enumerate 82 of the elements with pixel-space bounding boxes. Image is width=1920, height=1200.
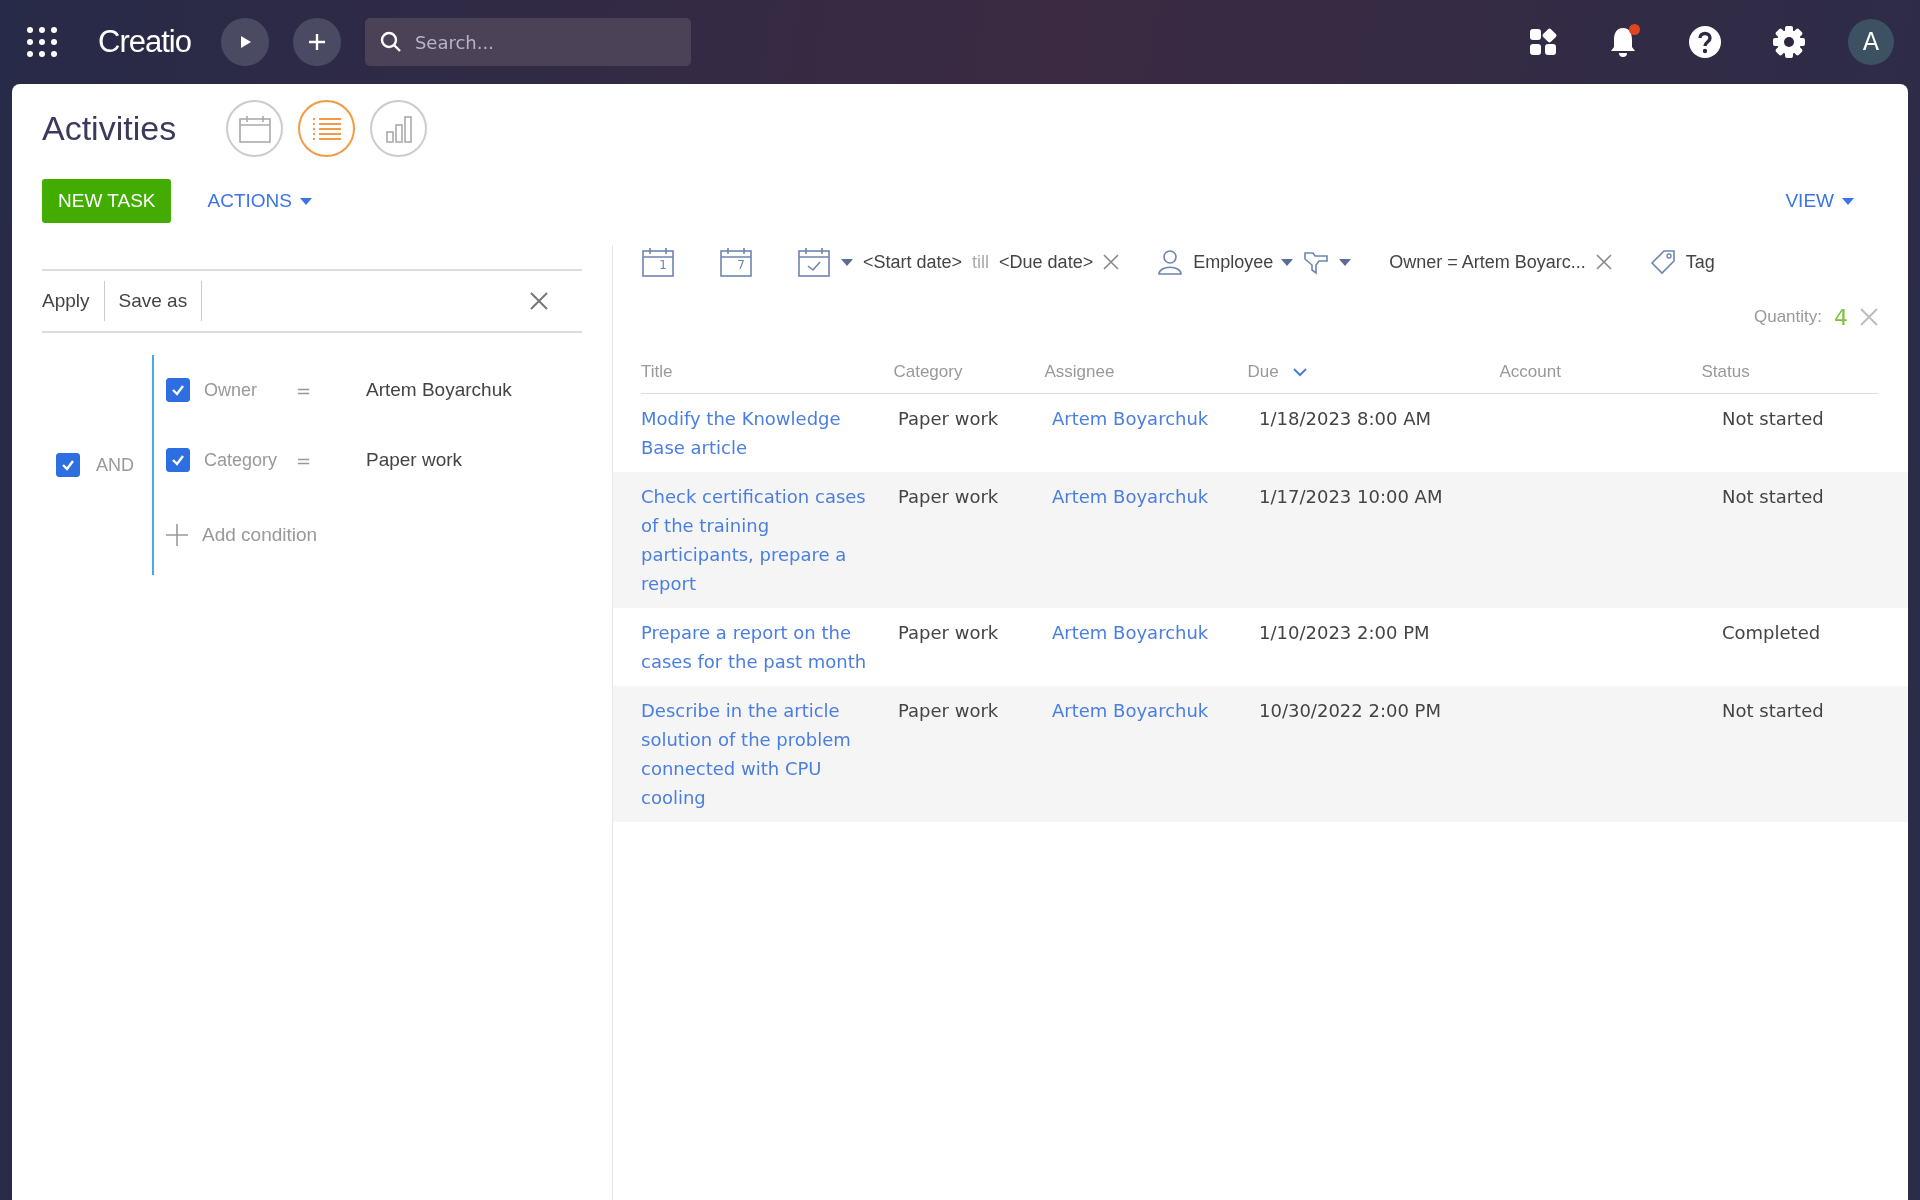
task-title-link[interactable]: Modify the Knowledge Base article (641, 404, 876, 462)
period-start[interactable]: <Start date> (863, 251, 963, 273)
close-icon[interactable] (530, 292, 548, 310)
condition-operator[interactable]: = (296, 379, 366, 401)
plus-icon (166, 524, 188, 546)
close-icon[interactable] (1595, 254, 1612, 270)
task-title-link[interactable]: Prepare a report on the cases for the past month (641, 618, 876, 676)
condition-checkbox[interactable] (166, 378, 190, 402)
table-cell: 1/18/2023 8:00 AM (1259, 408, 1431, 429)
play-button[interactable] (220, 18, 269, 66)
assignee-link[interactable]: Artem Boyarchuk (1052, 700, 1209, 721)
sort-chevron-icon[interactable] (1292, 367, 1307, 377)
column-header[interactable]: Due (1247, 362, 1279, 382)
table-cell: Paper work (898, 408, 999, 429)
page-title: Activities (42, 109, 177, 148)
calendar-icon (237, 113, 272, 144)
assignee-link[interactable]: Artem Boyarchuk (1052, 622, 1209, 643)
quantity-value: 4 (1834, 304, 1848, 330)
table-cell: Paper work (898, 622, 999, 643)
assignee-link[interactable]: Artem Boyarchuk (1052, 486, 1209, 507)
group-checkbox[interactable] (56, 453, 80, 477)
apps-grid-icon[interactable] (26, 26, 58, 58)
day-label: 1 (658, 258, 668, 272)
calendar-day-icon[interactable] (641, 246, 675, 278)
tag-button[interactable]: Tag (1685, 251, 1715, 273)
table-row[interactable]: Describe in the article solution of the problem connected with CPU cooling Paper work Artem Boyarchuk 10/30/2022 2:00 PM Not started (613, 686, 1908, 822)
actions-dropdown[interactable]: ACTIONS (201, 189, 318, 213)
calendar-week-icon[interactable] (719, 246, 753, 278)
person-icon[interactable] (1157, 249, 1184, 275)
assignee-link[interactable]: Artem Boyarchuk (1052, 408, 1209, 429)
user-avatar[interactable]: A (1848, 19, 1894, 65)
table-cell: 1/17/2023 10:00 AM (1259, 486, 1443, 507)
tag-icon[interactable] (1649, 249, 1676, 275)
bar-chart-icon (383, 113, 414, 144)
owner-filter-tag[interactable]: Owner = Artem Boyarc... (1389, 251, 1586, 273)
column-header[interactable]: Assignee (1044, 362, 1115, 382)
add-button[interactable] (292, 18, 341, 66)
period-till: till (972, 251, 990, 273)
column-header[interactable]: Category (893, 362, 963, 382)
table-row[interactable]: Prepare a report on the cases for the past month Paper work Artem Boyarchuk 1/10/2023 2:00 PM Completed (613, 608, 1908, 686)
column-header[interactable]: Title (641, 362, 673, 382)
logo[interactable]: Creatio (98, 24, 191, 60)
condition-field[interactable]: Owner (204, 379, 296, 401)
employee-dropdown[interactable]: Employee (1193, 251, 1294, 273)
condition-operator[interactable]: = (296, 449, 366, 471)
save-as-button[interactable]: Save as (104, 281, 203, 321)
group-operator[interactable]: AND (96, 454, 134, 476)
table-cell: Not started (1722, 700, 1824, 721)
help-icon[interactable] (1688, 25, 1722, 59)
view-dropdown[interactable]: VIEW (1779, 189, 1860, 213)
task-title-link[interactable]: Describe in the article solution of the problem connected with CPU cooling (641, 696, 876, 812)
condition-value[interactable]: Paper work (366, 449, 463, 471)
column-header[interactable]: Account (1499, 362, 1561, 382)
condition-field[interactable]: Category (204, 449, 296, 471)
condition-checkbox[interactable] (166, 448, 190, 472)
table-cell: 10/30/2022 2:00 PM (1259, 700, 1441, 721)
condition-value[interactable]: Artem Boyarchuk (366, 379, 512, 401)
search-field[interactable]: Search... (364, 18, 691, 66)
calendar-check-icon[interactable] (797, 246, 831, 278)
week-label: 7 (736, 258, 746, 272)
table-cell: Not started (1722, 486, 1824, 507)
apply-button[interactable]: Apply (42, 281, 105, 321)
table-row[interactable]: Check certification cases of the training participants, prepare a report Paper work Artem Boyarchuk 1/17/2023 10:00 AM Not started (613, 472, 1908, 608)
period-end[interactable]: <Due date> (999, 251, 1094, 273)
folder-filter-icon[interactable] (1303, 249, 1330, 275)
table-cell: Completed (1722, 622, 1821, 643)
close-icon[interactable] (1103, 254, 1120, 270)
new-task-button[interactable]: NEW TASK (42, 179, 172, 223)
table-cell: Not started (1722, 408, 1824, 429)
column-header[interactable]: Status (1701, 362, 1750, 382)
table-cell: Paper work (898, 486, 999, 507)
table-cell: Paper work (898, 700, 999, 721)
add-condition-button[interactable]: Add condition (166, 495, 512, 575)
notification-bell-icon[interactable] (1608, 26, 1638, 58)
plus-icon (306, 32, 327, 52)
table-cell: 1/10/2023 2:00 PM (1259, 622, 1430, 643)
caret-icon[interactable] (1339, 258, 1352, 266)
caret-icon[interactable] (841, 258, 853, 266)
quantity-label: Quantity: (1753, 307, 1822, 327)
table-row[interactable]: Modify the Knowledge Base article Paper work Artem Boyarchuk 1/18/2023 8:00 AM Not started (613, 394, 1908, 472)
widgets-icon[interactable] (1528, 27, 1558, 57)
task-title-link[interactable]: Check certification cases of the training participants, prepare a report (641, 482, 876, 598)
